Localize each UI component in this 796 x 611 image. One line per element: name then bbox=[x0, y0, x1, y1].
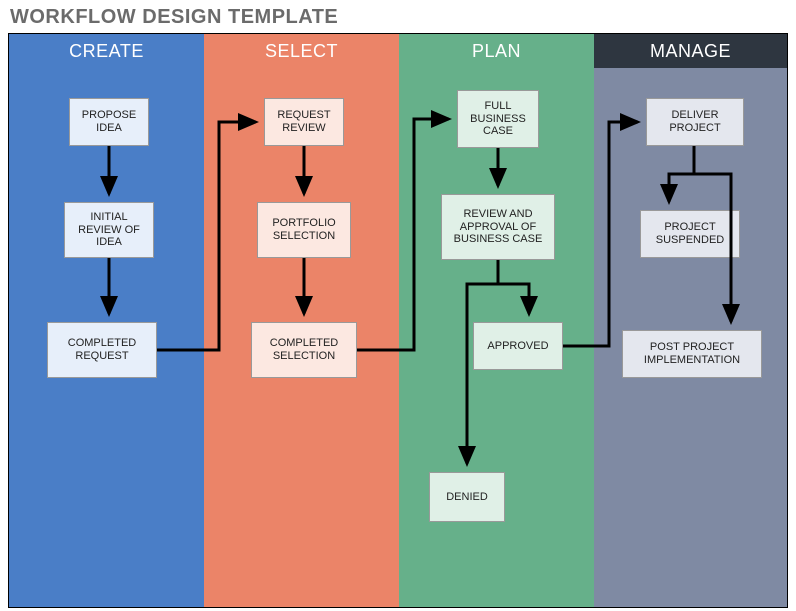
diagram-canvas: CREATE PROPOSE IDEA INITIAL REVIEW OF ID… bbox=[8, 33, 788, 608]
box-denied: DENIED bbox=[429, 472, 505, 522]
box-post-project-impl: POST PROJECT IMPLEMENTATION bbox=[622, 330, 762, 378]
column-create: CREATE PROPOSE IDEA INITIAL REVIEW OF ID… bbox=[9, 34, 204, 607]
column-plan: PLAN FULL BUSINESS CASE REVIEW AND APPRO… bbox=[399, 34, 594, 607]
header-select: SELECT bbox=[204, 34, 399, 68]
box-completed-request: COMPLETED REQUEST bbox=[47, 322, 157, 378]
box-initial-review: INITIAL REVIEW OF IDEA bbox=[64, 202, 154, 258]
header-create: CREATE bbox=[9, 34, 204, 68]
column-select: SELECT REQUEST REVIEW PORTFOLIO SELECTIO… bbox=[204, 34, 399, 607]
box-review-approval: REVIEW AND APPROVAL OF BUSINESS CASE bbox=[441, 194, 555, 260]
box-propose-idea: PROPOSE IDEA bbox=[69, 98, 149, 146]
header-plan: PLAN bbox=[399, 34, 594, 68]
column-manage: MANAGE DELIVER PROJECT PROJECT SUSPENDED… bbox=[594, 34, 787, 607]
box-completed-selection: COMPLETED SELECTION bbox=[251, 322, 357, 378]
workflow-template: WORKFLOW DESIGN TEMPLATE CREATE PROPOSE … bbox=[0, 0, 796, 611]
box-project-suspended: PROJECT SUSPENDED bbox=[640, 210, 740, 258]
box-approved: APPROVED bbox=[473, 322, 563, 370]
box-full-business-case: FULL BUSINESS CASE bbox=[457, 90, 539, 148]
header-manage: MANAGE bbox=[594, 34, 787, 68]
box-deliver-project: DELIVER PROJECT bbox=[646, 98, 744, 146]
box-portfolio-selection: PORTFOLIO SELECTION bbox=[257, 202, 351, 258]
box-request-review: REQUEST REVIEW bbox=[264, 98, 344, 146]
page-title: WORKFLOW DESIGN TEMPLATE bbox=[10, 6, 788, 29]
